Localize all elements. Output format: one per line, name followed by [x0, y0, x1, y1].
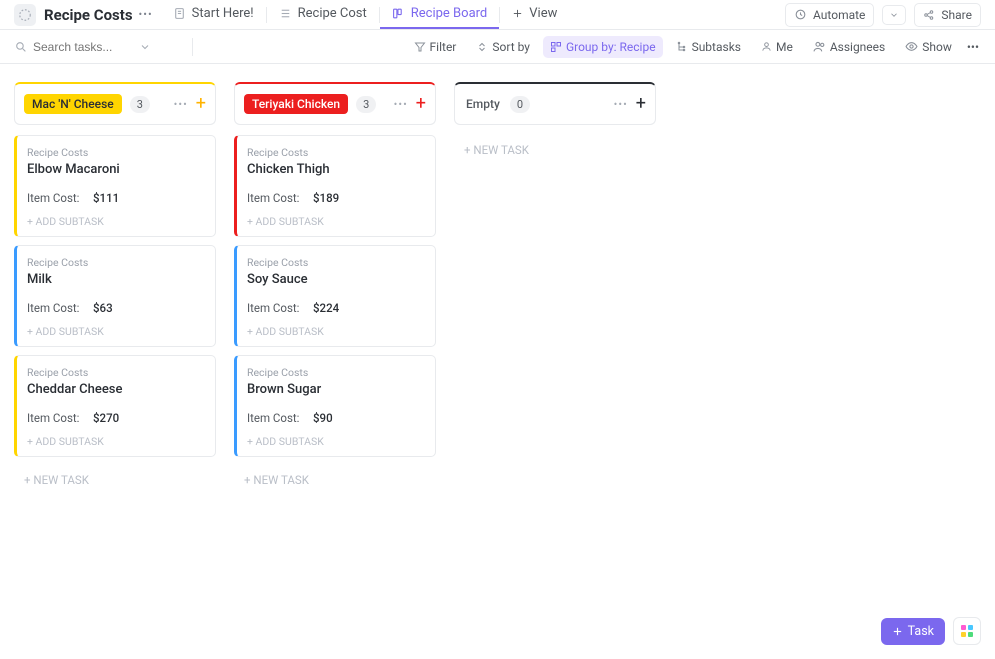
group-by-button[interactable]: Group by: Recipe [543, 36, 663, 58]
page-icon [14, 4, 36, 26]
search-input[interactable] [33, 40, 133, 54]
column-add-button[interactable]: + [636, 95, 646, 113]
toolbar: Filter Sort by Group by: Recipe Subtasks… [0, 30, 995, 64]
view-tabs: Start Here! Recipe Cost Recipe Board Vie… [161, 0, 570, 29]
new-task-link[interactable]: + NEW TASK [14, 465, 216, 495]
column-header: Mac 'N' Cheese 3 ••• + [14, 82, 216, 125]
kanban-board: Mac 'N' Cheese 3 ••• + Recipe Costs Elbo… [0, 64, 995, 513]
add-subtask-button[interactable]: + ADD SUBTASK [247, 325, 425, 338]
add-subtask-button[interactable]: + ADD SUBTASK [27, 215, 205, 228]
column-menu-button[interactable]: ••• [174, 98, 188, 111]
cost-label: Item Cost: [27, 411, 93, 425]
column-header: Teriyaki Chicken 3 ••• + [234, 82, 436, 125]
share-button[interactable]: Share [914, 3, 981, 27]
cost-value: $90 [313, 411, 333, 425]
task-card[interactable]: Recipe Costs Cheddar Cheese Item Cost: $… [14, 355, 216, 457]
column-add-button[interactable]: + [416, 95, 426, 113]
column-count: 0 [510, 96, 530, 113]
card-title: Elbow Macaroni [27, 162, 205, 177]
add-subtask-button[interactable]: + ADD SUBTASK [247, 215, 425, 228]
search-icon [14, 40, 27, 53]
tab-start-here[interactable]: Start Here! [161, 0, 266, 29]
cost-label: Item Cost: [247, 301, 313, 315]
task-card[interactable]: Recipe Costs Elbow Macaroni Item Cost: $… [14, 135, 216, 237]
tab-label: Recipe Cost [298, 6, 367, 21]
me-button[interactable]: Me [754, 36, 800, 58]
card-title: Brown Sugar [247, 382, 425, 397]
column-teriyaki: Teriyaki Chicken 3 ••• + Recipe Costs Ch… [234, 82, 436, 495]
column-count: 3 [130, 96, 150, 113]
add-subtask-button[interactable]: + ADD SUBTASK [27, 435, 205, 448]
share-label: Share [941, 8, 972, 22]
cost-value: $224 [313, 301, 339, 315]
cost-label: Item Cost: [27, 301, 93, 315]
tab-recipe-cost[interactable]: Recipe Cost [267, 0, 379, 29]
app-header: Recipe Costs ••• Start Here! Recipe Cost… [0, 0, 995, 30]
new-task-button[interactable]: Task [881, 618, 945, 645]
card-title: Milk [27, 272, 205, 287]
add-subtask-button[interactable]: + ADD SUBTASK [27, 325, 205, 338]
column-header: Empty 0 ••• + [454, 82, 656, 125]
automate-button[interactable]: Automate [785, 3, 874, 27]
tab-add-view[interactable]: View [500, 0, 569, 29]
column-menu-button[interactable]: ••• [614, 98, 628, 111]
card-category: Recipe Costs [27, 366, 205, 379]
card-category: Recipe Costs [247, 366, 425, 379]
toolbar-more-button[interactable]: ••• [965, 36, 981, 58]
cost-label: Item Cost: [247, 411, 313, 425]
new-task-link[interactable]: + NEW TASK [234, 465, 436, 495]
column-count: 3 [356, 96, 376, 113]
column-add-button[interactable]: + [196, 95, 206, 113]
show-button[interactable]: Show [898, 36, 959, 58]
column-name: Empty [464, 94, 502, 114]
column-mac: Mac 'N' Cheese 3 ••• + Recipe Costs Elbo… [14, 82, 216, 495]
add-subtask-button[interactable]: + ADD SUBTASK [247, 435, 425, 448]
sort-button[interactable]: Sort by [469, 36, 537, 58]
apps-button[interactable] [953, 617, 981, 645]
tab-label: Start Here! [192, 6, 254, 21]
automate-label: Automate [813, 8, 865, 22]
card-title: Soy Sauce [247, 272, 425, 287]
column-name: Teriyaki Chicken [244, 94, 348, 114]
card-title: Cheddar Cheese [27, 382, 205, 397]
tab-label: View [529, 6, 557, 21]
cost-value: $270 [93, 411, 119, 425]
cost-label: Item Cost: [27, 191, 93, 205]
cost-value: $111 [93, 191, 119, 205]
new-task-link[interactable]: + NEW TASK [454, 135, 656, 165]
column-name: Mac 'N' Cheese [24, 94, 122, 114]
card-category: Recipe Costs [247, 256, 425, 269]
assignees-button[interactable]: Assignees [806, 36, 892, 58]
task-card[interactable]: Recipe Costs Soy Sauce Item Cost: $224 +… [234, 245, 436, 347]
column-empty: Empty 0 ••• + + NEW TASK [454, 82, 656, 165]
card-category: Recipe Costs [247, 146, 425, 159]
header-actions: Automate Share [785, 3, 981, 27]
filter-button[interactable]: Filter [407, 36, 464, 58]
automate-dropdown[interactable] [882, 5, 906, 25]
cost-value: $63 [93, 301, 113, 315]
card-category: Recipe Costs [27, 256, 205, 269]
floating-actions: Task [881, 617, 981, 645]
cost-label: Item Cost: [247, 191, 313, 205]
task-card[interactable]: Recipe Costs Chicken Thigh Item Cost: $1… [234, 135, 436, 237]
subtasks-button[interactable]: Subtasks [669, 36, 748, 58]
cost-value: $189 [313, 191, 339, 205]
card-title: Chicken Thigh [247, 162, 425, 177]
page-menu-button[interactable]: ••• [139, 8, 153, 21]
task-card[interactable]: Recipe Costs Brown Sugar Item Cost: $90 … [234, 355, 436, 457]
task-card[interactable]: Recipe Costs Milk Item Cost: $63 + ADD S… [14, 245, 216, 347]
card-category: Recipe Costs [27, 146, 205, 159]
search-wrap [14, 40, 184, 54]
tab-recipe-board[interactable]: Recipe Board [380, 0, 500, 29]
page-title: Recipe Costs [44, 6, 133, 24]
column-menu-button[interactable]: ••• [394, 98, 408, 111]
tab-label: Recipe Board [411, 6, 488, 21]
chevron-down-icon[interactable] [139, 41, 151, 53]
